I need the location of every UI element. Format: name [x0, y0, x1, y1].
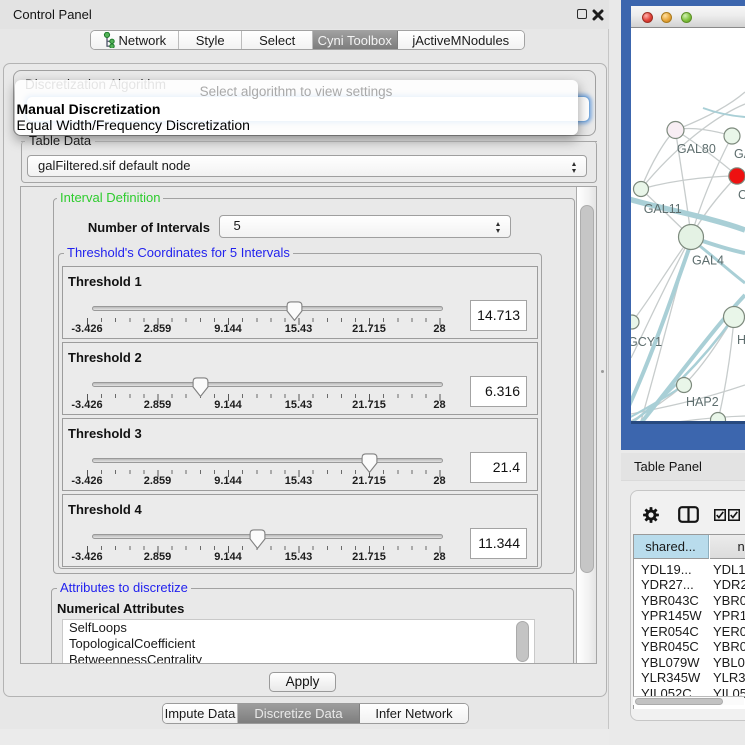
svg-text:GAL80: GAL80 [677, 142, 716, 156]
svg-text:HAP2: HAP2 [686, 395, 719, 409]
svg-text:GAL11: GAL11 [644, 202, 682, 216]
svg-text:GA: GA [734, 147, 745, 161]
svg-text:H: H [737, 333, 745, 347]
svg-text:GCY1: GCY1 [631, 335, 662, 349]
svg-text:GAL4: GAL4 [692, 254, 724, 268]
svg-text:C: C [738, 188, 745, 202]
